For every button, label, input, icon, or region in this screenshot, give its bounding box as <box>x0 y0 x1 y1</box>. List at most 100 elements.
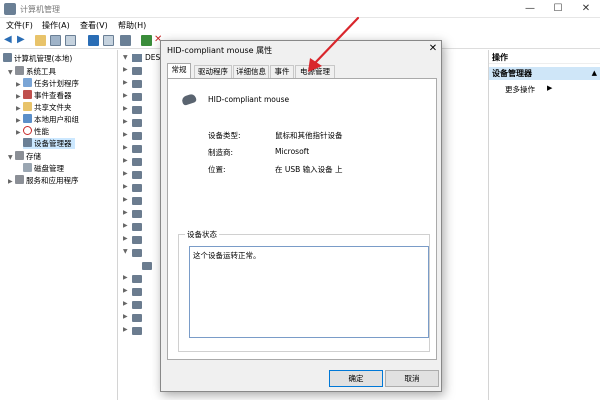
device-root-label[interactable]: DES <box>145 53 160 62</box>
device-category-icon[interactable] <box>132 119 142 127</box>
close-button[interactable]: ✕ <box>576 2 596 16</box>
expand-chevron-icon[interactable]: ▶ <box>16 115 23 126</box>
device-category-icon[interactable] <box>132 288 142 296</box>
tree-item-performance[interactable]: ▶ 性能 <box>16 126 49 137</box>
expand-chevron-icon[interactable]: ▶ <box>123 170 128 177</box>
expand-chevron-icon[interactable]: ▶ <box>123 66 128 73</box>
device-category-icon[interactable] <box>132 314 142 322</box>
disk-icon <box>23 163 32 172</box>
manufacturer-label: 制造商: <box>208 148 234 157</box>
expand-chevron-icon[interactable]: ▶ <box>123 131 128 138</box>
device-category-icon[interactable] <box>132 106 142 114</box>
collapse-chevron-icon[interactable]: ▼ <box>8 67 15 78</box>
device-category-icon[interactable] <box>132 80 142 88</box>
device-category-icon[interactable] <box>132 67 142 75</box>
tree-root[interactable]: 计算机管理(本地) <box>3 53 72 64</box>
users-icon <box>23 114 32 123</box>
expand-chevron-icon[interactable]: ▶ <box>123 313 128 320</box>
menu-action[interactable]: 操作(A) <box>42 20 70 31</box>
monitor-icon[interactable] <box>120 35 131 46</box>
tree-item-system-tools[interactable]: ▼ 系统工具 <box>8 66 56 77</box>
tree-item-storage[interactable]: ▼ 存储 <box>8 151 41 162</box>
expand-chevron-icon[interactable]: ▶ <box>16 103 23 114</box>
mouse-category-icon[interactable] <box>132 249 142 257</box>
console-tree-icon[interactable] <box>50 35 61 46</box>
tab-driver[interactable]: 驱动程序 <box>194 65 232 78</box>
expand-chevron-icon[interactable]: ▶ <box>123 326 128 333</box>
dialog-title: HID-compliant mouse 属性 <box>167 46 273 55</box>
expand-chevron-icon[interactable]: ▶ <box>123 235 128 242</box>
maximize-button[interactable]: ☐ <box>548 2 568 16</box>
minimize-button[interactable]: — <box>520 2 540 16</box>
device-category-icon[interactable] <box>132 132 142 140</box>
more-actions-link[interactable]: 更多操作 ▶ <box>505 84 552 95</box>
expand-chevron-icon[interactable]: ▶ <box>16 127 23 138</box>
collapse-triangle-icon[interactable]: ▲ <box>592 67 597 80</box>
device-category-icon[interactable] <box>132 236 142 244</box>
tab-events[interactable]: 事件 <box>270 65 294 78</box>
expand-chevron-icon[interactable]: ▶ <box>123 157 128 164</box>
back-arrow-icon[interactable]: ◀ <box>4 34 12 45</box>
expand-chevron-icon[interactable]: ▶ <box>123 209 128 216</box>
device-category-icon[interactable] <box>132 275 142 283</box>
device-category-icon[interactable] <box>132 327 142 335</box>
device-category-icon[interactable] <box>132 171 142 179</box>
collapse-chevron-icon[interactable]: ▼ <box>8 152 15 163</box>
tree-item-device-manager[interactable]: 设备管理器 <box>23 138 75 149</box>
window-title: 计算机管理 <box>20 5 60 14</box>
expand-chevron-icon[interactable]: ▶ <box>16 79 23 90</box>
tree-item-local-users[interactable]: ▶ 本地用户和组 <box>16 114 79 125</box>
cancel-button[interactable]: 取消 <box>385 370 439 387</box>
device-item-icon[interactable] <box>142 262 152 270</box>
menu-file[interactable]: 文件(F) <box>6 20 33 31</box>
device-category-icon[interactable] <box>132 197 142 205</box>
device-category-icon[interactable] <box>132 210 142 218</box>
expand-chevron-icon[interactable]: ▶ <box>123 105 128 112</box>
tree-item-task-scheduler[interactable]: ▶ 任务计划程序 <box>16 78 79 89</box>
expand-chevron-icon[interactable]: ▶ <box>8 176 15 187</box>
forward-arrow-icon[interactable]: ▶ <box>17 34 25 45</box>
tools-icon <box>15 66 24 75</box>
ok-button[interactable]: 确定 <box>329 370 383 387</box>
device-category-icon[interactable] <box>132 93 142 101</box>
expand-chevron-icon[interactable]: ▶ <box>123 144 128 151</box>
device-category-icon[interactable] <box>132 184 142 192</box>
console-tree: 计算机管理(本地) ▼ 系统工具 ▶ 任务计划程序 ▶ 事件查看器 ▶ 共享文件夹 ▶ 本… <box>0 50 118 400</box>
properties-icon[interactable] <box>65 35 76 46</box>
update-driver-icon[interactable] <box>141 35 152 46</box>
expand-chevron-icon[interactable]: ▶ <box>123 222 128 229</box>
device-category-icon[interactable] <box>132 301 142 309</box>
collapse-chevron-icon[interactable]: ▼ <box>123 248 128 255</box>
tree-item-services-apps[interactable]: ▶ 服务和应用程序 <box>8 175 79 186</box>
collapse-chevron-icon[interactable]: ▼ <box>123 54 128 61</box>
device-type-label: 设备类型: <box>208 131 241 140</box>
list-view-icon[interactable] <box>103 35 114 46</box>
device-status-group: 设备状态 这个设备运转正常。 <box>178 229 430 352</box>
menu-help[interactable]: 帮助(H) <box>118 20 146 31</box>
expand-chevron-icon[interactable]: ▶ <box>123 92 128 99</box>
device-category-icon[interactable] <box>132 158 142 166</box>
expand-chevron-icon[interactable]: ▶ <box>123 118 128 125</box>
expand-chevron-icon[interactable]: ▶ <box>123 287 128 294</box>
actions-device-manager[interactable]: 设备管理器 ▲ <box>489 67 600 80</box>
expand-chevron-icon[interactable]: ▶ <box>123 183 128 190</box>
expand-chevron-icon[interactable]: ▶ <box>16 91 23 102</box>
device-category-icon[interactable] <box>132 145 142 153</box>
expand-chevron-icon[interactable]: ▶ <box>123 300 128 307</box>
tab-general[interactable]: 常规 <box>167 63 191 79</box>
computer-icon <box>132 54 142 62</box>
tab-details[interactable]: 详细信息 <box>233 65 269 78</box>
device-category-icon[interactable] <box>132 223 142 231</box>
device-status-text[interactable]: 这个设备运转正常。 <box>189 246 429 338</box>
tree-item-event-viewer[interactable]: ▶ 事件查看器 <box>16 90 72 101</box>
help-icon[interactable] <box>88 35 99 46</box>
expand-chevron-icon[interactable]: ▶ <box>123 196 128 203</box>
folder-up-icon[interactable] <box>35 35 46 46</box>
dialog-close-button[interactable]: ✕ <box>425 42 441 56</box>
tree-item-disk-management[interactable]: 磁盘管理 <box>23 163 64 174</box>
expand-chevron-icon[interactable]: ▶ <box>123 79 128 86</box>
expand-chevron-icon[interactable]: ▶ <box>123 274 128 281</box>
device-type-value: 鼠标和其他指针设备 <box>275 131 343 140</box>
menu-view[interactable]: 查看(V) <box>80 20 108 31</box>
tree-item-shared-folders[interactable]: ▶ 共享文件夹 <box>16 102 72 113</box>
